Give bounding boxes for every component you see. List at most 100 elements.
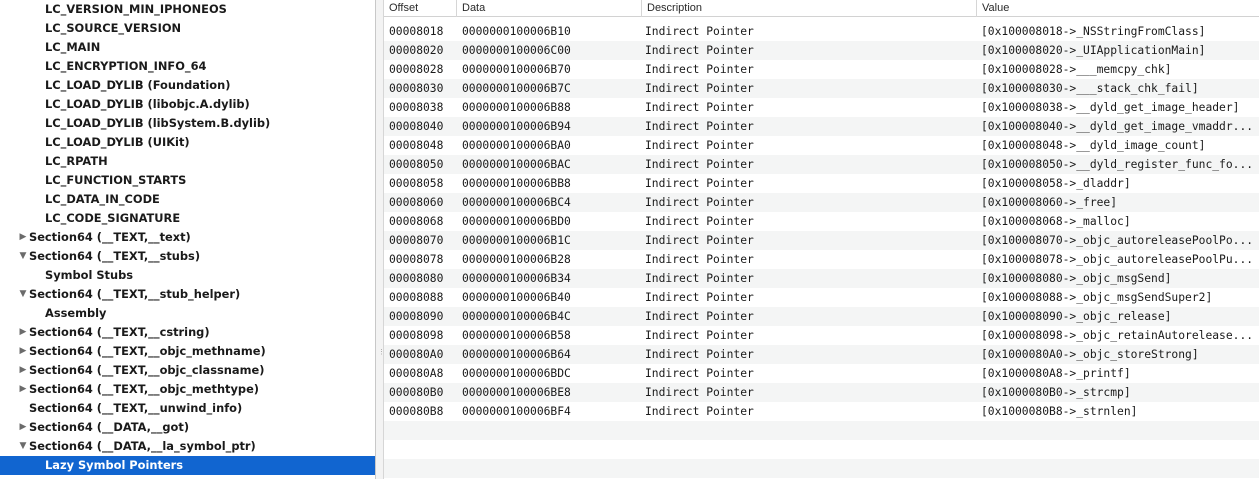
split-view-divider[interactable]: ⋮ [375,0,385,479]
cell-value: [0x100008020->_UIApplicationMain] [981,44,1206,57]
table-row[interactable]: 00008040 0000000100006B94 Indirect Pointer… [384,117,1259,136]
tree-item[interactable]: LC_ENCRYPTION_INFO_64 [0,57,375,76]
table-row[interactable]: 00008090 0000000100006B4C Indirect Pointer… [384,307,1259,326]
cell-value: [0x100008088->_objc_msgSendSuper2] [981,291,1213,304]
lazy-symbol-pointers-table[interactable]: Offset Data Description Value 00008018 00… [384,0,1259,479]
tree-item[interactable]: LC_VERSION_MIN_IPHONEOS [0,0,375,19]
column-header-value[interactable]: Value [976,0,1259,17]
cell-description: Indirect Pointer [645,82,754,95]
tree-item[interactable]: LC_RPATH [0,152,375,171]
tree-item[interactable]: LC_SOURCE_VERSION [0,19,375,38]
tree-item[interactable]: ▶ Section64 (__TEXT,__objc_methtype) [0,380,375,399]
cell-data: 0000000100006BA0 [462,139,571,152]
disclosure-triangle-right-icon[interactable]: ▶ [18,323,28,342]
cell-offset: 00008018 [389,25,444,38]
column-header-description[interactable]: Description [641,0,976,17]
cell-value: [0x1000080B8->_strnlen] [981,405,1138,418]
disclosure-triangle-down-icon[interactable]: ▼ [18,285,28,304]
table-row[interactable]: 00008098 0000000100006B58 Indirect Pointer… [384,326,1259,345]
cell-offset: 00008038 [389,101,444,114]
table-row[interactable]: 00008058 0000000100006BB8 Indirect Pointer… [384,174,1259,193]
cell-offset: 000080A0 [389,348,444,361]
table-row[interactable]: 00008070 0000000100006B1C Indirect Pointer… [384,231,1259,250]
cell-data: 0000000100006BB8 [462,177,571,190]
cell-value: [0x100008080->_objc_msgSend] [981,272,1172,285]
tree-item[interactable]: LC_DATA_IN_CODE [0,190,375,209]
table-row[interactable]: 00008020 0000000100006C00 Indirect Pointer… [384,41,1259,60]
grip-dots-icon[interactable]: ⋮ [378,349,385,357]
table-row[interactable]: 00008028 0000000100006B70 Indirect Pointer… [384,60,1259,79]
tree-item[interactable]: ▶ Section64 (__TEXT,__objc_methname) [0,342,375,361]
disclosure-triangle-right-icon[interactable]: ▶ [18,418,28,437]
tree-item[interactable]: LC_LOAD_DYLIB (libobjc.A.dylib) [0,95,375,114]
cell-description: Indirect Pointer [645,405,754,418]
tree-item[interactable]: Section64 (__TEXT,__unwind_info) [0,399,375,418]
tree-item-label: Section64 (__TEXT,__objc_methtype) [29,382,260,396]
tree-item[interactable]: ▼ Section64 (__DATA,__la_symbol_ptr) [0,437,375,456]
cell-value: [0x100008060->_free] [981,196,1118,209]
table-row[interactable]: 00008060 0000000100006BC4 Indirect Pointer… [384,193,1259,212]
tree-item[interactable]: ▼ Section64 (__TEXT,__stubs) [0,247,375,266]
tree-item[interactable]: ▶ Section64 (__DATA,__got) [0,418,375,437]
column-header-data[interactable]: Data [456,0,641,17]
tree-item[interactable]: LC_LOAD_DYLIB (libSystem.B.dylib) [0,114,375,133]
table-row[interactable]: 00008018 0000000100006B10 Indirect Pointer… [384,22,1259,41]
cell-offset: 00008068 [389,215,444,228]
cell-description: Indirect Pointer [645,139,754,152]
cell-value: [0x100008038->__dyld_get_image_header] [981,101,1240,114]
cell-value: [0x100008058->_dladdr] [981,177,1131,190]
cell-offset: 00008040 [389,120,444,133]
cell-description: Indirect Pointer [645,348,754,361]
cell-value: [0x1000080B0->_strcmp] [981,386,1131,399]
empty-row [384,459,1259,478]
tree-item[interactable]: LC_LOAD_DYLIB (Foundation) [0,76,375,95]
table-row[interactable]: 00008030 0000000100006B7C Indirect Pointer… [384,79,1259,98]
cell-description: Indirect Pointer [645,310,754,323]
cell-data: 0000000100006BC4 [462,196,571,209]
cell-offset: 00008078 [389,253,444,266]
tree-item-label: LC_CODE_SIGNATURE [45,211,181,225]
tree-item[interactable]: LC_CODE_SIGNATURE [0,209,375,228]
tree-item[interactable]: ▶ Section64 (__TEXT,__cstring) [0,323,375,342]
tree-item[interactable]: LC_MAIN [0,38,375,57]
table-row[interactable]: 00008080 0000000100006B34 Indirect Pointer… [384,269,1259,288]
table-row[interactable]: 000080A0 0000000100006B64 Indirect Pointer… [384,345,1259,364]
table-row[interactable]: 000080B0 0000000100006BE8 Indirect Pointer… [384,383,1259,402]
cell-value: [0x100008098->_objc_retainAutorelease... [981,329,1254,342]
tree-item-label: LC_FUNCTION_STARTS [45,173,187,187]
disclosure-triangle-right-icon[interactable]: ▶ [18,342,28,361]
cell-data: 0000000100006B58 [462,329,571,342]
table-row[interactable]: 00008078 0000000100006B28 Indirect Pointer… [384,250,1259,269]
tree-item-label: LC_SOURCE_VERSION [45,21,182,35]
tree-item[interactable]: LC_FUNCTION_STARTS [0,171,375,190]
table-row[interactable]: 00008088 0000000100006B40 Indirect Pointer… [384,288,1259,307]
disclosure-triangle-right-icon[interactable]: ▶ [18,361,28,380]
tree-item[interactable]: Assembly [0,304,375,323]
tree-item-selected[interactable]: Lazy Symbol Pointers [0,456,375,475]
tree-item-label: LC_DATA_IN_CODE [45,192,160,206]
table-row[interactable]: 00008050 0000000100006BAC Indirect Pointer… [384,155,1259,174]
cell-description: Indirect Pointer [645,253,754,266]
cell-value: [0x100008068->_malloc] [981,215,1131,228]
cell-data: 0000000100006B40 [462,291,571,304]
table-row[interactable]: 000080B8 0000000100006BF4 Indirect Pointer… [384,402,1259,421]
tree-item[interactable]: Symbol Stubs [0,266,375,285]
table-row[interactable]: 00008068 0000000100006BD0 Indirect Pointer… [384,212,1259,231]
cell-description: Indirect Pointer [645,63,754,76]
cell-description: Indirect Pointer [645,367,754,380]
tree-item[interactable]: ▶ Section64 (__TEXT,__text) [0,228,375,247]
cell-value: [0x100008040->__dyld_get_image_vmaddr... [981,120,1254,133]
section-tree[interactable]: LC_VERSION_MIN_IPHONEOS LC_SOURCE_VERSION… [0,0,375,479]
tree-item[interactable]: ▶ Section64 (__TEXT,__objc_classname) [0,361,375,380]
table-row[interactable]: 000080A8 0000000100006BDC Indirect Pointer… [384,364,1259,383]
table-row[interactable]: 00008048 0000000100006BA0 Indirect Pointer… [384,136,1259,155]
cell-data: 0000000100006B7C [462,82,571,95]
column-header-offset[interactable]: Offset [384,0,456,17]
disclosure-triangle-down-icon[interactable]: ▼ [18,247,28,266]
tree-item[interactable]: ▼ Section64 (__TEXT,__stub_helper) [0,285,375,304]
disclosure-triangle-right-icon[interactable]: ▶ [18,380,28,399]
tree-item[interactable]: LC_LOAD_DYLIB (UIKit) [0,133,375,152]
disclosure-triangle-right-icon[interactable]: ▶ [18,228,28,247]
table-row[interactable]: 00008038 0000000100006B88 Indirect Pointer… [384,98,1259,117]
disclosure-triangle-down-icon[interactable]: ▼ [18,437,28,456]
